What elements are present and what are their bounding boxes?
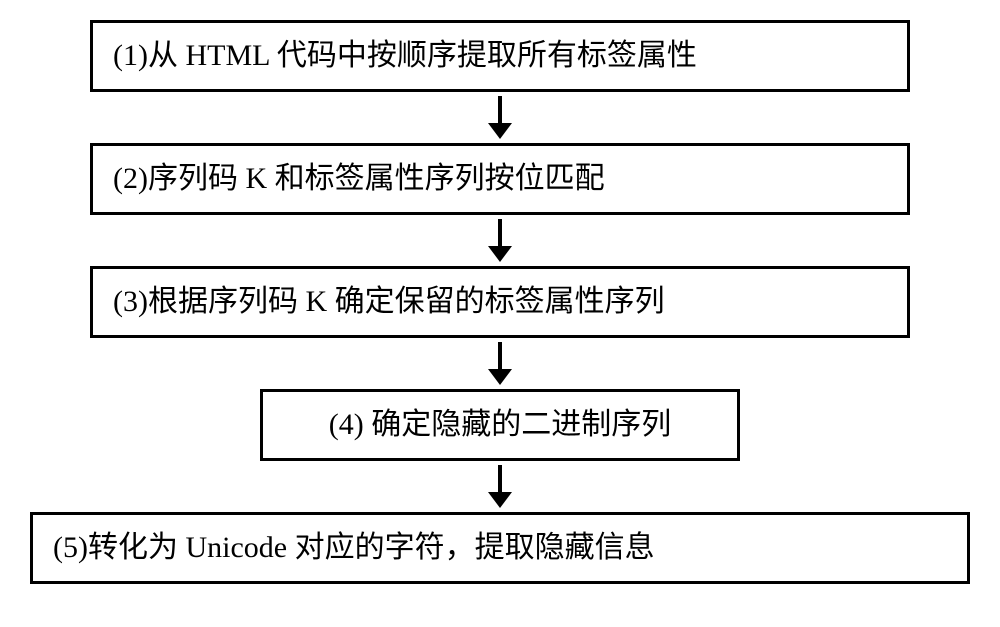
arrow-line-icon <box>498 465 502 493</box>
step-2-box: (2)序列码 K 和标签属性序列按位匹配 <box>90 143 910 215</box>
arrow-1 <box>488 96 512 139</box>
arrow-down-icon <box>488 369 512 385</box>
step-5-text: (5)转化为 Unicode 对应的字符，提取隐藏信息 <box>53 531 655 564</box>
step-4-text: (4) 确定隐藏的二进制序列 <box>329 408 671 441</box>
step-3-text: (3)根据序列码 K 确定保留的标签属性序列 <box>113 285 665 318</box>
step-2-text: (2)序列码 K 和标签属性序列按位匹配 <box>113 162 605 195</box>
arrow-down-icon <box>488 123 512 139</box>
step-1-text: (1)从 HTML 代码中按顺序提取所有标签属性 <box>113 39 697 72</box>
step-4-box: (4) 确定隐藏的二进制序列 <box>260 389 740 461</box>
arrow-down-icon <box>488 246 512 262</box>
arrow-line-icon <box>498 219 502 247</box>
step-3-box: (3)根据序列码 K 确定保留的标签属性序列 <box>90 266 910 338</box>
step-5-box: (5)转化为 Unicode 对应的字符，提取隐藏信息 <box>30 512 970 584</box>
arrow-down-icon <box>488 492 512 508</box>
arrow-line-icon <box>498 96 502 124</box>
flowchart-container: (1)从 HTML 代码中按顺序提取所有标签属性 (2)序列码 K 和标签属性序… <box>20 20 980 584</box>
arrow-4 <box>488 465 512 508</box>
arrow-line-icon <box>498 342 502 370</box>
step-1-box: (1)从 HTML 代码中按顺序提取所有标签属性 <box>90 20 910 92</box>
arrow-3 <box>488 342 512 385</box>
arrow-2 <box>488 219 512 262</box>
